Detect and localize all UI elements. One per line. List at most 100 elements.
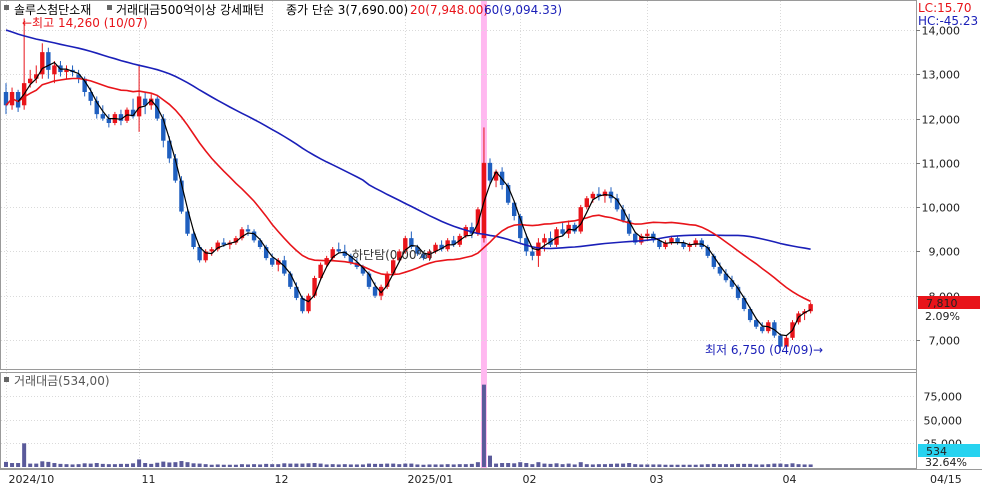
volume-bar (457, 464, 462, 467)
candle-body (760, 326, 765, 332)
candle-body (52, 65, 57, 75)
volume-bar (173, 462, 178, 467)
candle-body (675, 238, 680, 243)
volume-bar (221, 464, 226, 467)
volume-bar (578, 462, 583, 467)
volume-bar (22, 443, 27, 467)
volume-title[interactable]: 거래대금(534,00) (14, 374, 110, 388)
ma20-legend[interactable]: 20(7,948.00) (410, 3, 488, 17)
volume-bar (469, 463, 474, 467)
volume-bar (70, 464, 75, 467)
study-name[interactable]: 거래대금500억이상 강세패턴 (116, 3, 264, 17)
ma3-legend[interactable]: 종가 단순 3(7,690.00) (286, 3, 408, 17)
volume-bar (717, 464, 722, 467)
volume-bar (675, 464, 680, 467)
candle-body (106, 118, 112, 123)
volume-bar (179, 461, 184, 467)
candle-body (100, 114, 105, 119)
volume-bar (161, 461, 166, 467)
date-tick-label: 04 (783, 473, 797, 486)
volume-bar (494, 463, 499, 467)
volume-bar (669, 464, 674, 467)
mid-annotation: 하단탐(0,00%) (352, 248, 433, 262)
volume-axis-ticks: 25,00050,00075,000 (924, 391, 963, 451)
volume-bar (191, 463, 196, 467)
volume-bar (125, 463, 129, 467)
date-end-label: 04/15 (930, 473, 962, 486)
volume-bar (699, 464, 704, 467)
volume-bar (451, 464, 456, 467)
volume-bar (415, 464, 420, 467)
volume-bar (330, 464, 335, 467)
volume-bar (590, 464, 595, 467)
volume-bar (312, 463, 317, 467)
volume-bar (58, 463, 63, 467)
stock-name[interactable]: 솔루스첨단소재 (14, 3, 91, 17)
volume-bar (475, 462, 480, 467)
volume-bar (306, 463, 311, 467)
price-tick-label: 12,000 (922, 114, 961, 127)
date-tick-label: 2024/10 (9, 473, 55, 486)
candle-body (560, 229, 565, 234)
legend-marker-icon (4, 377, 9, 382)
volume-bar (276, 464, 281, 467)
volume-bar (360, 464, 365, 467)
volume-bar (506, 463, 511, 467)
volume-bar (596, 464, 601, 467)
price-tick-label: 7,000 (929, 335, 961, 348)
volume-bar (681, 464, 686, 467)
volume-bar (16, 463, 21, 467)
volume-bar (28, 463, 33, 467)
volume-bar (687, 464, 692, 467)
volume-bar (621, 463, 626, 467)
date-axis-ticks: 2024/10 11 12 2025/01 02 03 04 04/15 (9, 473, 962, 486)
volume-bar (808, 464, 813, 467)
volume-bar (397, 464, 402, 467)
volume-badge-pct: 32.64% (925, 456, 967, 469)
ma60-legend[interactable]: 60(9,094.33) (484, 3, 562, 17)
volume-bar (137, 459, 142, 467)
volume-bar (760, 464, 765, 467)
volume-bar (112, 464, 117, 467)
volume-bar (802, 464, 807, 467)
volume-bar (421, 464, 426, 467)
legend-marker-icon (107, 5, 112, 10)
volume-bar (258, 464, 263, 467)
volume-bar (705, 464, 710, 467)
volume-bar (215, 464, 220, 467)
volume-bar (566, 463, 571, 467)
hc-indicator: HC:-45.23 (918, 14, 978, 28)
volume-bar (10, 463, 15, 467)
volume-bar (131, 463, 136, 467)
volume-bar (155, 462, 160, 467)
volume-bar (64, 464, 69, 467)
date-tick-label: 02 (523, 473, 537, 486)
volume-bar (766, 464, 771, 467)
volume-bar (246, 464, 250, 467)
candle-body (209, 249, 214, 252)
volume-bar (167, 462, 172, 467)
volume-bar (34, 463, 39, 467)
candle-body (463, 227, 468, 236)
volume-bar (300, 463, 305, 467)
volume-bar (209, 464, 214, 467)
volume-bar (772, 463, 777, 467)
volume-bar (778, 463, 783, 467)
volume-bar (609, 463, 613, 467)
price-tick-label: 9,000 (929, 246, 961, 259)
volume-bar (342, 464, 347, 467)
candle-body (729, 280, 735, 287)
volume-bar (379, 463, 384, 467)
volume-bar (615, 463, 620, 467)
volume-bar (711, 463, 716, 467)
volume-bar (52, 463, 57, 467)
volume-bar (663, 464, 668, 467)
price-tick-label: 11,000 (922, 158, 961, 171)
price-tick-label: 13,000 (922, 69, 961, 82)
high-annotation: ←최고 14,260 (10/07) (22, 16, 148, 30)
volume-bar (633, 464, 638, 467)
volume-bar (143, 463, 148, 467)
volume-bar (645, 464, 650, 467)
candle-body (530, 251, 535, 256)
low-annotation: 최저 6,750 (04/09)→ (705, 343, 823, 357)
